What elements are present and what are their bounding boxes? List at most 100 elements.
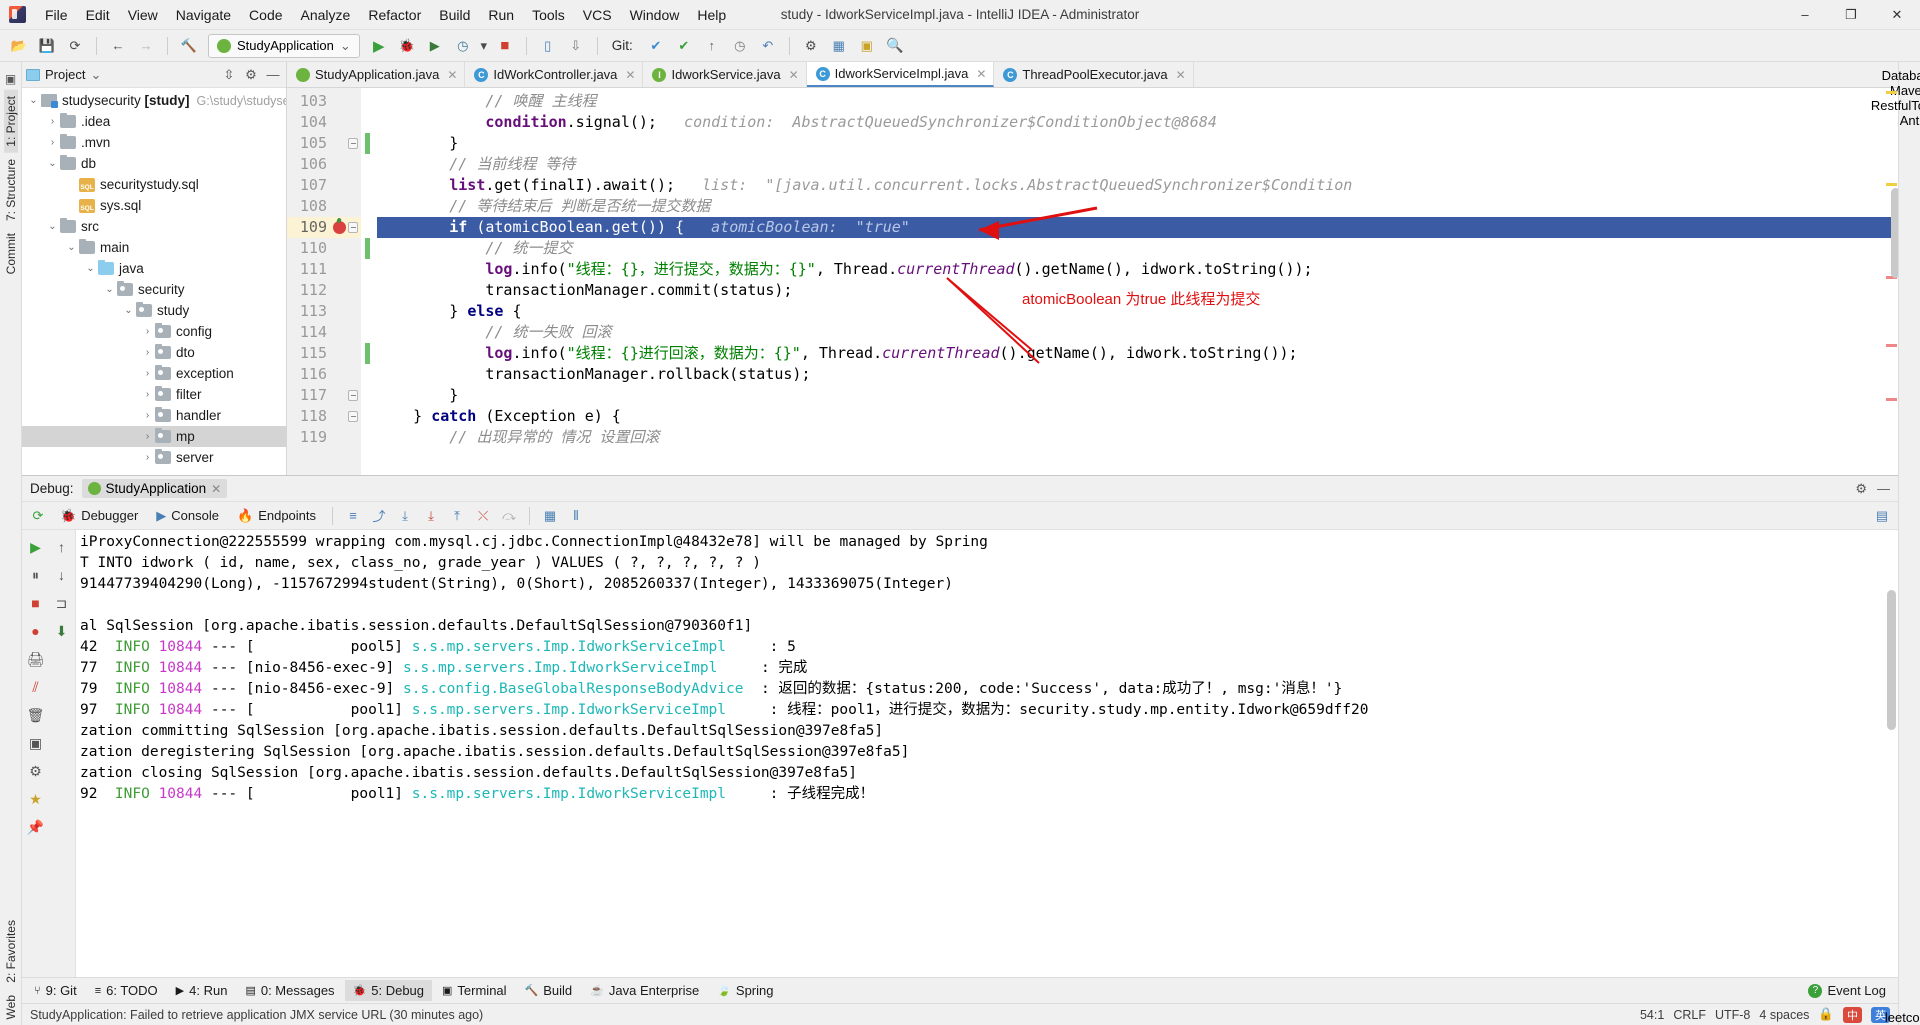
close-icon[interactable]: ✕: [447, 68, 457, 82]
window-controls[interactable]: ‒ ❐ ✕: [1782, 0, 1920, 30]
gear-icon[interactable]: ⚙: [798, 33, 824, 59]
tool-window-commit[interactable]: Commit: [4, 227, 18, 280]
gutter-line-103[interactable]: 103: [287, 91, 361, 112]
step-over-icon[interactable]: ⤴: [367, 505, 391, 527]
gutter-line-109[interactable]: 109: [287, 217, 361, 238]
gear-icon[interactable]: ⚙: [242, 67, 260, 83]
stop-icon[interactable]: ■: [492, 33, 518, 59]
hide-panel-icon[interactable]: —: [1877, 481, 1890, 497]
drop-frame-icon[interactable]: ⤬: [471, 505, 495, 527]
indent-setting[interactable]: 4 spaces: [1759, 1008, 1809, 1022]
editor-vertical-scrollbar[interactable]: [1891, 88, 1898, 475]
gutter-line-113[interactable]: 113: [287, 301, 361, 322]
step-out-icon[interactable]: ⤒: [445, 505, 469, 527]
code-line-110[interactable]: // 统一提交: [377, 238, 1898, 259]
search-icon[interactable]: 🔍: [882, 33, 908, 59]
chevron-right-icon[interactable]: ›: [140, 452, 155, 463]
rerun-icon[interactable]: ⟳: [26, 505, 50, 527]
code-line-117[interactable]: }: [377, 385, 1898, 406]
git-commit-icon[interactable]: ✔: [671, 33, 697, 59]
menu-tools[interactable]: Tools: [523, 3, 574, 27]
gutter-line-114[interactable]: 114: [287, 322, 361, 343]
menu-bar[interactable]: File Edit View Navigate Code Analyze Ref…: [36, 3, 735, 27]
menu-vcs[interactable]: VCS: [574, 3, 621, 27]
bottom-bar-right[interactable]: ? Event Log: [1800, 980, 1894, 1001]
tool-window-button-9--git[interactable]: ⑂ 9: Git: [26, 980, 85, 1001]
save-all-icon[interactable]: 💾: [34, 33, 60, 59]
menu-analyze[interactable]: Analyze: [292, 3, 360, 27]
code-line-115[interactable]: log.info("线程：{}进行回滚，数据为：{}", Thread.curr…: [377, 343, 1898, 364]
run-icon[interactable]: ▶: [366, 33, 392, 59]
collapse-all-icon[interactable]: ⇳: [220, 67, 238, 83]
tree-node-exception[interactable]: › exception: [22, 363, 286, 384]
editor-gutter[interactable]: 103 104 105 106 107 108 109 110 111 112 113 114 115 1…: [287, 88, 361, 475]
chevron-right-icon[interactable]: ›: [140, 347, 155, 358]
gutter-line-107[interactable]: 107: [287, 175, 361, 196]
close-icon[interactable]: ✕: [211, 482, 221, 496]
ime-chinese-badge[interactable]: 中: [1843, 1006, 1862, 1023]
profile-icon[interactable]: ◷: [450, 33, 476, 59]
gutter-line-112[interactable]: 112: [287, 280, 361, 301]
delete-icon[interactable]: 🗑: [24, 702, 48, 728]
close-icon[interactable]: ✕: [976, 67, 986, 81]
minimize-button[interactable]: ‒: [1782, 0, 1828, 30]
tree-node-dto[interactable]: › dto: [22, 342, 286, 363]
gutter-line-110[interactable]: 110: [287, 238, 361, 259]
project-tree[interactable]: ⌄studysecurity [study]G:\study\studysecu…: [22, 88, 286, 475]
editor-tab-studyapplication-java[interactable]: StudyApplication.java ✕: [287, 62, 466, 87]
code-fold-icon[interactable]: [348, 390, 358, 401]
gutter-line-116[interactable]: 116: [287, 364, 361, 385]
editor-tab-idworkservice-java[interactable]: I IdworkService.java ✕: [643, 62, 807, 87]
run-with-coverage-icon[interactable]: ▶: [422, 33, 448, 59]
chevron-right-icon[interactable]: ›: [140, 410, 155, 421]
evaluate-expression-icon[interactable]: ▦: [538, 505, 562, 527]
editor-tab-idworkserviceimpl-java[interactable]: C IdworkServiceImpl.java ✕: [806, 62, 995, 87]
scroll-down-icon[interactable]: ↓: [50, 562, 74, 588]
settings-layout-icon[interactable]: ⫴: [564, 505, 588, 527]
menu-edit[interactable]: Edit: [77, 3, 119, 27]
tool-window-project[interactable]: 1: Project: [3, 90, 18, 153]
menu-code[interactable]: Code: [240, 3, 291, 27]
pin-icon[interactable]: 📌: [24, 814, 48, 840]
caret-position[interactable]: 54:1: [1640, 1008, 1664, 1022]
hide-panel-icon[interactable]: —: [264, 67, 282, 82]
pause-program-icon[interactable]: ⏸: [24, 562, 48, 588]
code-line-107[interactable]: list.get(finalI).await(); list: "[java.u…: [377, 175, 1898, 196]
console-scrollbar[interactable]: [1884, 530, 1898, 977]
chevron-down-icon[interactable]: ⌄: [45, 221, 60, 232]
tool-window-web[interactable]: Web: [4, 989, 18, 1025]
tree-node-security[interactable]: ⌄ security: [22, 279, 286, 300]
build-hammer-icon[interactable]: 🔨: [176, 33, 202, 59]
tree-node-java[interactable]: ⌄ java: [22, 258, 286, 279]
code-line-106[interactable]: // 当前线程 等待: [377, 154, 1898, 175]
menu-view[interactable]: View: [119, 3, 167, 27]
lock-icon[interactable]: 🔒: [1818, 1007, 1834, 1022]
debug-session-tab[interactable]: StudyApplication ✕: [81, 479, 228, 498]
debug-tab-debugger[interactable]: 🐞 Debugger: [52, 505, 146, 527]
git-update-icon[interactable]: ✔: [643, 33, 669, 59]
chevron-down-icon[interactable]: ⌄: [102, 284, 117, 295]
code-line-116[interactable]: transactionManager.rollback(status);: [377, 364, 1898, 385]
debug-tab-console[interactable]: ▶ Console: [148, 505, 227, 527]
bookmark-icon[interactable]: ▣: [854, 33, 880, 59]
tool-window-button-6--todo[interactable]: ≡ 6: TODO: [87, 980, 166, 1001]
menu-window[interactable]: Window: [621, 3, 689, 27]
scroll-to-end-icon[interactable]: ⬇: [50, 618, 74, 644]
gutter-line-117[interactable]: 117: [287, 385, 361, 406]
file-encoding[interactable]: UTF-8: [1715, 1008, 1750, 1022]
gutter-line-115[interactable]: 115: [287, 343, 361, 364]
code-line-105[interactable]: }: [377, 133, 1898, 154]
run-configuration-selector[interactable]: StudyApplication ⌄: [208, 33, 360, 58]
attach-debugger-icon[interactable]: ⇩: [563, 33, 589, 59]
tree-node-config[interactable]: › config: [22, 321, 286, 342]
resume-program-icon[interactable]: ▶: [24, 534, 48, 560]
tree-node-studysecurity[interactable]: ⌄ studysecurity [study] G:\study\studysecu…: [22, 90, 286, 111]
code-fold-icon[interactable]: [348, 138, 358, 149]
code-line-118[interactable]: } catch (Exception e) {: [377, 406, 1898, 427]
chevron-right-icon[interactable]: ›: [140, 368, 155, 379]
gutter-line-106[interactable]: 106: [287, 154, 361, 175]
chevron-down-icon[interactable]: ⌄: [26, 95, 41, 106]
tree-node-src[interactable]: ⌄ src: [22, 216, 286, 237]
menu-help[interactable]: Help: [688, 3, 735, 27]
git-history-icon[interactable]: ◷: [727, 33, 753, 59]
